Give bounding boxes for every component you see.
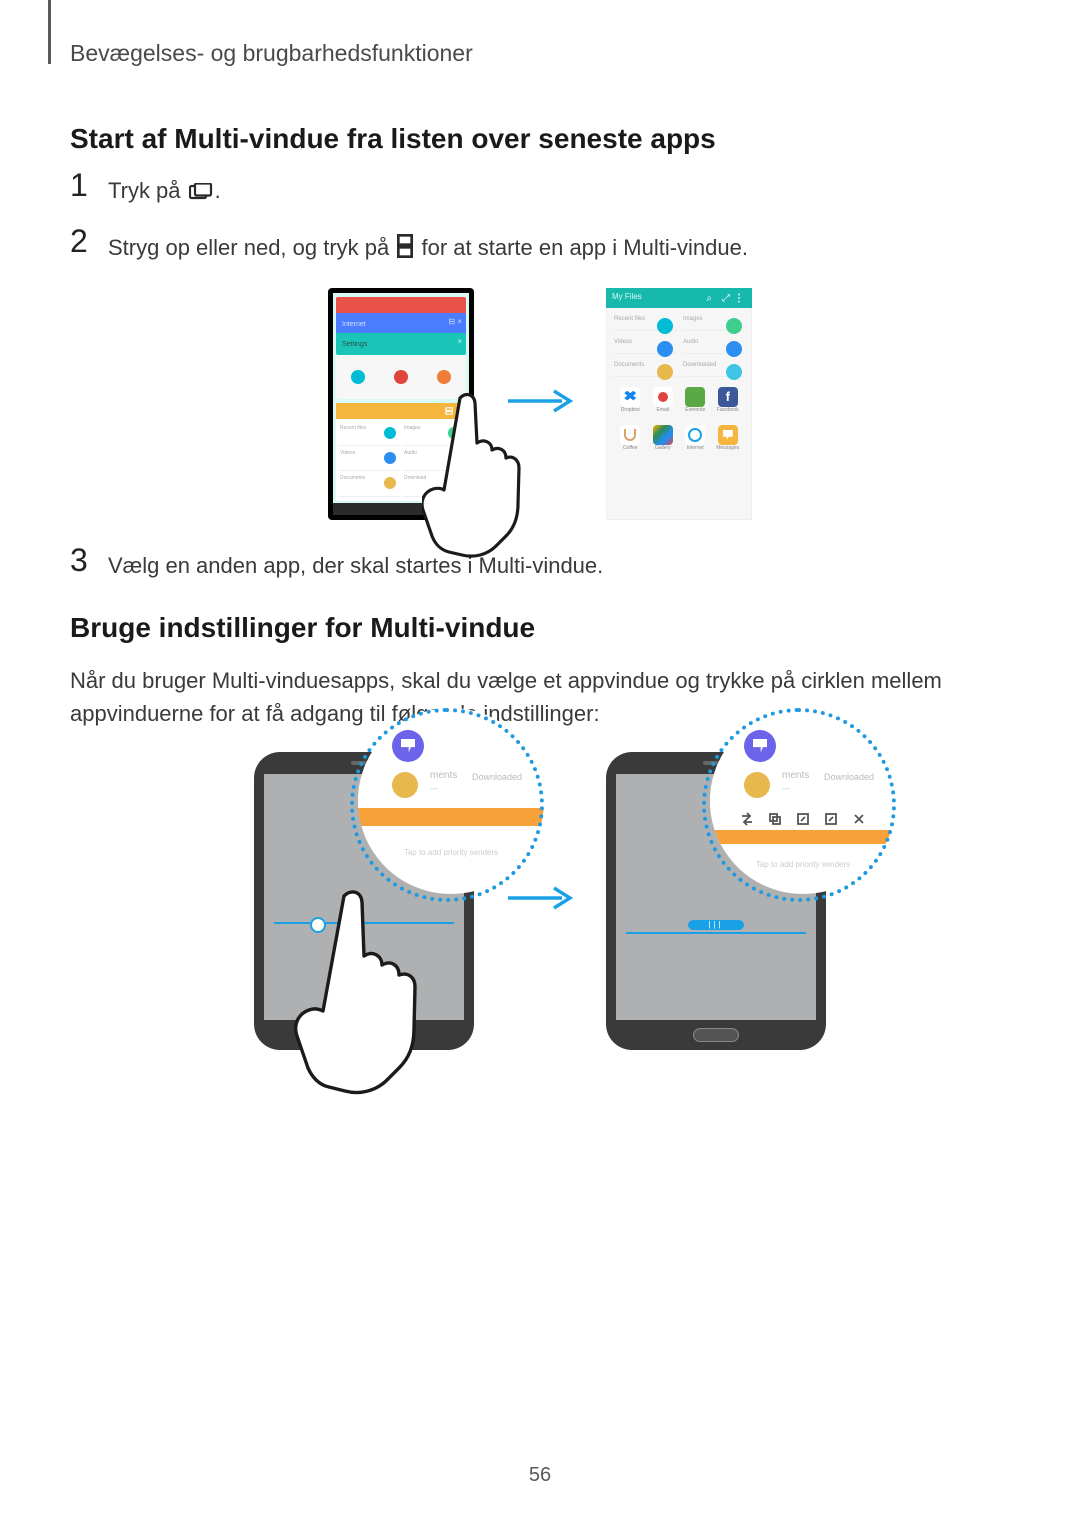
close-icon xyxy=(852,812,866,826)
figure-multi-window-controls: ments — Downloaded Tap to add priority s… xyxy=(70,752,1010,1050)
step-3: 3 Vælg en anden app, der skal startes i … xyxy=(70,550,1010,582)
panel-app: Gallery xyxy=(649,425,678,451)
home-button-icon xyxy=(693,1028,739,1042)
illustration-app-picker: My Files ⌕ ⤢ ⋮ Recent filesImagesVideosA… xyxy=(606,288,752,520)
heading-start-multi-window: Start af Multi-vindue fra listen over se… xyxy=(70,123,1010,155)
step-2-text-b: for at starte en app i Multi-vindue. xyxy=(415,235,748,260)
documents-icon xyxy=(744,772,770,798)
documents-icon xyxy=(392,772,418,798)
hand-tap-icon xyxy=(422,390,532,560)
multi-window-toolbar xyxy=(710,808,896,830)
page-number: 56 xyxy=(0,1464,1080,1487)
panel-app: Coffee xyxy=(616,425,645,451)
step-2-text-a: Stryg op eller ned, og tryk på xyxy=(108,235,395,260)
multi-window-icon xyxy=(397,234,413,252)
video-app-icon xyxy=(392,730,424,762)
zoom-inset-after: ments — Downloaded Tap to add priority s… xyxy=(710,708,896,894)
hand-tap-icon xyxy=(288,888,438,1098)
divider-handle-icon xyxy=(688,920,744,930)
panel-cell: Images xyxy=(681,312,746,331)
panel-apps-row-2: CoffeeGalleryInternetMessages xyxy=(606,419,752,457)
panel-app: fFacebook xyxy=(714,387,743,413)
zoom-label-left: ments xyxy=(430,770,457,781)
step-1-text-a: Tryk på xyxy=(108,178,187,203)
minimize-icon xyxy=(796,812,810,826)
step-2: 2 Stryg op eller ned, og tryk på for at … xyxy=(70,231,1010,264)
header-margin-rule xyxy=(48,0,51,64)
swap-icon xyxy=(740,812,754,826)
video-app-icon xyxy=(744,730,776,762)
zoom-hint-text: Tap to add priority senders xyxy=(710,860,896,869)
illustration-phone-recent-apps: Internet ⊟ × Settings × × Recent files I… xyxy=(328,288,474,520)
maximize-icon xyxy=(824,812,838,826)
arrow-right-icon xyxy=(504,883,576,918)
panel-cell: Downloaded xyxy=(681,358,746,377)
panel-cell: Documents xyxy=(612,358,677,377)
panel-category-grid: Recent filesImagesVideosAudioDocumentsDo… xyxy=(606,308,752,381)
panel-cell: Videos xyxy=(612,335,677,354)
drag-content-icon xyxy=(768,812,782,826)
paragraph-multi-window-settings: Når du bruger Multi-vinduesapps, skal du… xyxy=(70,664,1010,730)
zoom-hint-text: Tap to add priority senders xyxy=(358,848,544,857)
search-icon: ⌕ xyxy=(706,293,712,304)
figure-recent-apps: Internet ⊟ × Settings × × Recent files I… xyxy=(70,288,1010,520)
zoom-label-right: Downloaded xyxy=(824,772,874,782)
section-header: Bevægelses- og brugbarhedsfunktioner xyxy=(70,40,1010,67)
zoom-label-right: Downloaded xyxy=(472,772,522,782)
panel-cell: Audio xyxy=(681,335,746,354)
step-1: 1 Tryk på . xyxy=(70,175,1010,207)
panel-app: Messages xyxy=(714,425,743,451)
step-1-text-b: . xyxy=(215,178,221,203)
heading-multi-window-settings: Bruge indstillinger for Multi-vindue xyxy=(70,612,1010,644)
panel-apps-row-1: DropboxEmailEvernotefFacebook xyxy=(606,381,752,419)
step-number: 1 xyxy=(70,167,88,204)
zoom-label-left: ments xyxy=(782,770,809,781)
panel-header-title: My Files xyxy=(612,292,642,301)
recent-apps-icon xyxy=(189,178,213,196)
card-settings-label: Settings xyxy=(336,337,373,352)
panel-cell: Recent files xyxy=(612,312,677,331)
more-icon: ⋮ xyxy=(734,293,744,304)
panel-app: Email xyxy=(649,387,678,413)
panel-app: Internet xyxy=(681,425,710,451)
step-number: 3 xyxy=(70,542,88,579)
expand-icon: ⤢ xyxy=(722,293,730,304)
card-internet-label: Internet xyxy=(336,317,372,332)
step-number: 2 xyxy=(70,223,88,260)
panel-app: Evernote xyxy=(681,387,710,413)
panel-app: Dropbox xyxy=(616,387,645,413)
zoom-inset-before: ments — Downloaded Tap to add priority s… xyxy=(358,708,544,894)
panel-header: My Files ⌕ ⤢ ⋮ xyxy=(606,288,752,308)
